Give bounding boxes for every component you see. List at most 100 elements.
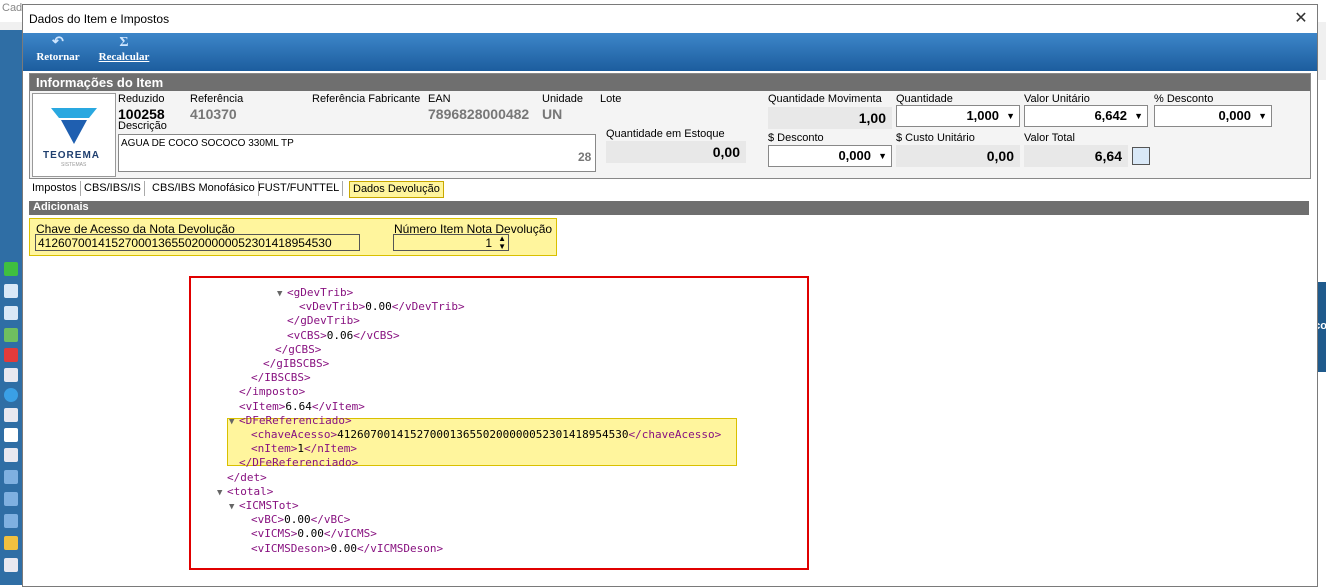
item-info-panel: Informações do Item TEOREMA SISTEMAS Red…	[29, 73, 1311, 179]
page-icon[interactable]	[4, 448, 18, 462]
qtd-estoque-field: 0,00	[606, 141, 746, 163]
teorema-logo: TEOREMA SISTEMAS	[32, 93, 116, 177]
dropdown-arrow-icon[interactable]: ▼	[1006, 106, 1015, 126]
teorema-logo-icon	[51, 108, 97, 144]
file-icon[interactable]	[4, 428, 18, 442]
xml-line: <vICMSDeson>0.00</vICMSDeson>	[251, 541, 444, 555]
xml-line: </det>	[227, 470, 267, 484]
collapse-triangle-icon[interactable]: ▼	[217, 486, 222, 500]
referencia-value: 410370	[190, 106, 237, 122]
quantidade-input[interactable]: 1,000 ▼	[896, 105, 1020, 127]
pct-desconto-value: 0,000	[1218, 108, 1251, 123]
ean-value: 7896828000482	[428, 106, 530, 122]
descricao-label: Descrição	[118, 120, 167, 132]
valor-unitario-label: Valor Unitário	[1024, 93, 1090, 105]
report-icon[interactable]	[4, 492, 18, 506]
tab-cbs-ibs-monofasico[interactable]: CBS/IBS Monofásico	[149, 181, 259, 196]
xml-line: <chaveAcesso>412607001415270001365502000…	[251, 428, 722, 441]
descricao-count: 28	[578, 150, 592, 164]
background-left-toolbar	[0, 30, 22, 585]
recalcular-button[interactable]: Σ Recalcular	[89, 35, 159, 69]
xml-line: ▼ <gDevTrib>	[277, 286, 354, 299]
dialog-titlebar[interactable]: Dados do Item e Impostos ✕	[23, 5, 1317, 33]
tools-icon[interactable]	[4, 328, 18, 342]
table-icon[interactable]	[4, 514, 18, 528]
close-icon[interactable]: ✕	[1291, 9, 1311, 29]
desconto-label: $ Desconto	[768, 132, 824, 144]
item-info-header: Informações do Item	[30, 74, 1310, 91]
edit-alt-icon[interactable]	[4, 306, 18, 320]
qtd-mov-label: Quantidade Movimenta	[768, 93, 882, 105]
num-item-input[interactable]: 1 ▲ ▼	[393, 234, 509, 251]
quantidade-label: Quantidade	[896, 93, 953, 105]
xml-line: </gIBSCBS>	[263, 357, 330, 370]
delete-icon[interactable]	[4, 348, 18, 362]
qtd-mov-field: 1,00	[768, 107, 892, 129]
unidade-label: Unidade	[542, 93, 583, 105]
pct-desconto-input[interactable]: 0,000 ▼	[1154, 105, 1272, 127]
desconto-value: 0,000	[838, 148, 871, 163]
add-icon[interactable]	[4, 262, 18, 276]
tab-cbs-ibs-is[interactable]: CBS/IBS/IS	[81, 181, 145, 196]
tab-fust-funttel[interactable]: FUST/FUNTTEL	[255, 181, 344, 196]
ean-label: EAN	[428, 93, 451, 105]
valor-total-label: Valor Total	[1024, 132, 1075, 144]
unidade-value: UN	[542, 106, 563, 122]
bg-partial-label: Cad	[2, 2, 23, 14]
referencia-label: Referência	[190, 93, 244, 105]
adicionais-title: Adicionais	[33, 201, 89, 213]
dialog-window: Dados do Item e Impostos ✕ ↶ Retornar Σ …	[22, 4, 1318, 587]
dropdown-arrow-icon[interactable]: ▼	[1258, 106, 1267, 126]
logo-text: TEOREMA	[43, 150, 100, 161]
valor-total-field: 6,64	[1024, 145, 1128, 167]
users-icon[interactable]	[4, 536, 18, 550]
xml-line: <vDevTrib>0.00</vDevTrib>	[299, 300, 465, 314]
tab-dados-devolucao[interactable]: Dados Devolução	[349, 181, 444, 198]
valor-unitario-input[interactable]: 6,642 ▼	[1024, 105, 1148, 127]
tab-impostos[interactable]: Impostos	[29, 181, 81, 196]
grid-icon[interactable]	[4, 470, 18, 484]
xml-line: ▼ <ICMSTot>	[229, 499, 299, 512]
adicionais-header: Adicionais	[29, 201, 1309, 215]
collapse-triangle-icon[interactable]: ▼	[229, 415, 234, 429]
xml-line: <nItem>1</nItem>	[251, 442, 357, 456]
edit-icon[interactable]	[4, 284, 18, 298]
dropdown-arrow-icon[interactable]: ▼	[878, 146, 887, 166]
dropdown-arrow-icon[interactable]: ▼	[1134, 106, 1143, 126]
retornar-label: Retornar	[36, 51, 80, 63]
valor-unitario-value: 6,642	[1094, 108, 1127, 123]
pct-desconto-label: % Desconto	[1154, 93, 1214, 105]
xml-line: </imposto>	[239, 385, 306, 399]
lote-label: Lote	[600, 93, 622, 105]
dialog-title: Dados do Item e Impostos	[29, 12, 170, 26]
custo-unitario-label: $ Custo Unitário	[896, 132, 975, 144]
descricao-value: AGUA DE COCO SOCOCO 330ML TP	[121, 138, 294, 149]
custo-unitario-field: 0,00	[896, 145, 1020, 167]
desconto-input[interactable]: 0,000 ▼	[768, 145, 892, 167]
ref-fabricante-label: Referência Fabricante	[312, 93, 421, 105]
export-icon[interactable]	[4, 558, 18, 572]
chave-acesso-input[interactable]: 4126070014152700013655020000005230141895…	[35, 234, 360, 251]
retornar-button[interactable]: ↶ Retornar	[31, 35, 85, 69]
xml-line: ▼ <DFeReferenciado>	[229, 413, 352, 427]
xml-line: <vCBS>0.06</vCBS>	[287, 328, 400, 342]
qtd-estoque-label: Quantidade em Estoque	[606, 128, 725, 140]
tab-strip: Impostos CBS/IBS/IS CBS/IBS Monofásico F…	[29, 179, 1309, 198]
collapse-triangle-icon[interactable]: ▼	[277, 287, 282, 301]
xml-viewer: ▼ <gDevTrib> <vDevTrib>0.00</vDevTrib> </gD…	[189, 276, 809, 570]
sigma-icon: Σ	[119, 35, 129, 50]
info-icon[interactable]	[4, 388, 18, 402]
quantidade-value: 1,000	[966, 108, 999, 123]
edit-total-icon[interactable]	[1132, 147, 1150, 165]
dialog-toolbar: ↶ Retornar Σ Recalcular	[23, 33, 1317, 71]
item-info-title: Informações do Item	[36, 75, 164, 90]
xml-line: </gCBS>	[275, 342, 322, 356]
document-icon[interactable]	[4, 368, 18, 382]
xml-line: </gDevTrib>	[287, 314, 360, 328]
collapse-triangle-icon[interactable]: ▼	[229, 500, 234, 514]
spinner-icon[interactable]: ▲ ▼	[498, 235, 506, 251]
xml-line: <vICMS>0.00</vICMS>	[251, 527, 377, 541]
descricao-field[interactable]: AGUA DE COCO SOCOCO 330ML TP	[118, 134, 596, 172]
logo-subtext: SISTEMAS	[61, 162, 87, 168]
settings-icon[interactable]	[4, 408, 18, 422]
